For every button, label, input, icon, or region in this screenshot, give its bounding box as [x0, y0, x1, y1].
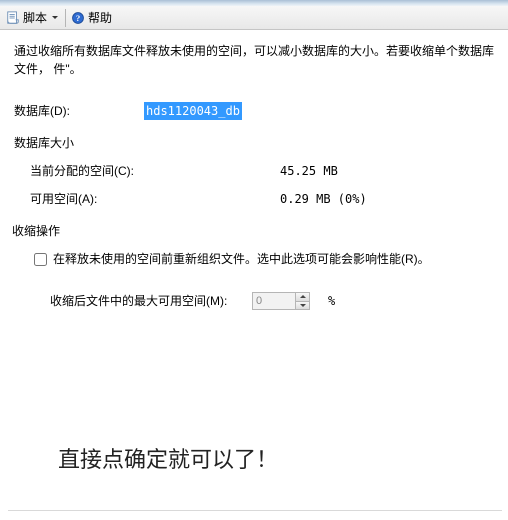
allocated-row: 当前分配的空间(C): 45.25 MB [14, 162, 496, 180]
free-value: 0.29 MB (0%) [280, 190, 367, 208]
chevron-up-icon [300, 295, 306, 298]
database-label: 数据库(D): [14, 102, 144, 120]
reorganize-checkbox-row: 在释放未使用的空间前重新组织文件。选中此选项可能会影响性能(R)。 [34, 250, 496, 268]
spinner-up-button[interactable] [296, 293, 309, 302]
help-menu-label: 帮助 [88, 9, 112, 26]
svg-text:?: ? [76, 13, 80, 23]
shrink-section-title: 收缩操作 [12, 222, 496, 240]
script-menu-label: 脚本 [23, 9, 47, 26]
annotation-text: 直接点确定就可以了！ [58, 442, 278, 474]
toolbar: 脚本 ? 帮助 [0, 6, 508, 30]
database-select[interactable]: hds1120043_db [144, 102, 242, 120]
description-text: 通过收缩所有数据库文件释放未使用的空间，可以减小数据库的大小。若要收缩单个数据库… [14, 42, 496, 78]
chevron-down-icon [300, 304, 306, 307]
reorganize-checkbox[interactable] [34, 253, 47, 266]
allocated-label: 当前分配的空间(C): [30, 162, 280, 180]
max-free-input[interactable] [253, 293, 295, 309]
reorganize-checkbox-label: 在释放未使用的空间前重新组织文件。选中此选项可能会影响性能(R)。 [53, 250, 430, 268]
database-row: 数据库(D): hds1120043_db [14, 102, 496, 120]
bottom-separator [8, 510, 502, 512]
help-icon: ? [71, 11, 85, 25]
help-menu[interactable]: ? 帮助 [69, 8, 116, 28]
size-section-title: 数据库大小 [14, 134, 496, 152]
free-row: 可用空间(A): 0.29 MB (0%) [14, 190, 496, 208]
free-label: 可用空间(A): [30, 190, 280, 208]
database-value: hds1120043_db [144, 102, 242, 120]
spinner-down-button[interactable] [296, 302, 309, 310]
script-menu[interactable]: 脚本 [4, 8, 62, 28]
toolbar-separator [65, 9, 66, 27]
content-area: 通过收缩所有数据库文件释放未使用的空间，可以减小数据库的大小。若要收缩单个数据库… [0, 30, 508, 310]
percent-symbol: % [328, 292, 335, 310]
dropdown-icon [52, 16, 58, 19]
script-icon [6, 11, 20, 25]
allocated-value: 45.25 MB [280, 162, 338, 180]
max-free-row: 收缩后文件中的最大可用空间(M): % [50, 292, 496, 310]
max-free-spinner[interactable] [252, 292, 310, 310]
max-free-label: 收缩后文件中的最大可用空间(M): [50, 292, 240, 310]
